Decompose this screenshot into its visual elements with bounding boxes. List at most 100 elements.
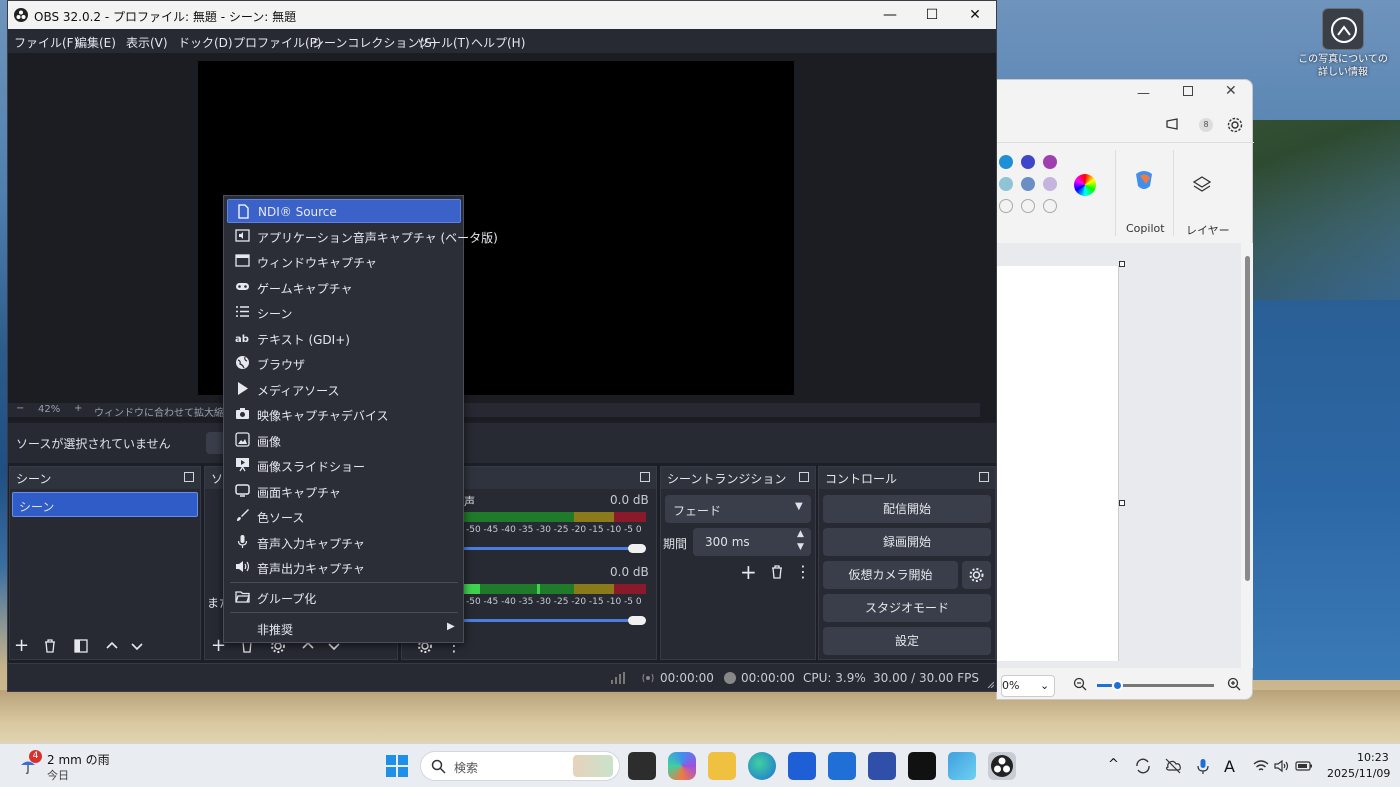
color-swatch[interactable] — [1043, 177, 1057, 191]
menu-edit[interactable]: 編集(E) — [75, 34, 116, 51]
edge-browser-icon[interactable] — [748, 752, 776, 780]
menu-item-group[interactable]: グループ化 — [227, 585, 461, 609]
paint-app-icon[interactable] — [948, 752, 976, 780]
photo-info-icon[interactable] — [1322, 8, 1364, 50]
color-swatch-empty[interactable] — [1021, 199, 1035, 213]
settings-button[interactable]: 設定 — [823, 627, 991, 655]
close-icon[interactable]: ✕ — [955, 5, 995, 25]
undock-icon[interactable] — [979, 472, 989, 482]
resize-handle[interactable] — [1119, 500, 1125, 506]
taskbar-search-box[interactable]: 検索 — [420, 751, 620, 781]
paint-zoom-select[interactable]: 0% ⌄ — [1001, 675, 1055, 697]
tray-overflow-chevron-icon[interactable]: ^ — [1108, 757, 1126, 775]
weather-text[interactable]: 2 mm の雨 — [47, 751, 110, 768]
ime-indicator-icon[interactable]: A — [1224, 757, 1242, 776]
zoom-plus-button[interactable]: + — [74, 403, 82, 414]
menu-file[interactable]: ファイル(F) — [14, 34, 78, 51]
resize-handle[interactable] — [1119, 261, 1125, 267]
volume-slider[interactable] — [464, 547, 636, 550]
color-swatch-empty[interactable] — [999, 199, 1013, 213]
menu-dock[interactable]: ドック(D) — [178, 34, 233, 51]
color-swatch[interactable] — [999, 155, 1013, 169]
resize-grip-icon[interactable] — [986, 680, 994, 688]
transition-menu-icon[interactable]: ⋮ — [795, 563, 813, 581]
start-recording-button[interactable]: 録画開始 — [823, 528, 991, 556]
menu-view[interactable]: 表示(V) — [126, 34, 168, 51]
layers-icon[interactable] — [1192, 175, 1212, 195]
menu-item-game-capture[interactable]: ゲームキャプチャ — [227, 275, 461, 299]
minimize-icon[interactable]: — — [870, 5, 910, 25]
add-transition-icon[interactable]: + — [740, 562, 758, 582]
paint-scrollbar-thumb[interactable] — [1245, 256, 1250, 581]
menu-item-app-audio-capture[interactable]: アプリケーション音声キャプチャ (ベータ版) — [227, 224, 498, 248]
menu-item-display-capture[interactable]: 画面キャプチャ — [227, 479, 461, 503]
menu-item-audio-output-capture[interactable]: 音声出力キャプチャ — [227, 555, 461, 579]
paint-canvas[interactable] — [997, 266, 1119, 661]
color-swatch-empty[interactable] — [1043, 199, 1057, 213]
color-swatch[interactable] — [1043, 155, 1057, 169]
menu-item-ndi-source[interactable]: NDI® Source — [227, 199, 461, 223]
move-down-chevron-icon[interactable] — [128, 637, 146, 655]
battery-icon[interactable] — [1295, 757, 1313, 775]
paint-close-icon[interactable]: ✕ — [1225, 83, 1237, 99]
volume-slider-knob[interactable] — [628, 616, 646, 625]
start-windows-icon[interactable] — [386, 755, 408, 777]
color-swatch[interactable] — [999, 177, 1013, 191]
paint-maximize-icon[interactable] — [1183, 86, 1193, 96]
copilot-icon[interactable] — [1132, 168, 1156, 192]
volume-slider-knob[interactable] — [628, 544, 646, 553]
scene-filters-icon[interactable] — [72, 637, 90, 655]
menu-item-scene[interactable]: シーン — [227, 300, 461, 324]
menu-item-image-slideshow[interactable]: 画像スライドショー — [227, 453, 461, 477]
spin-up-icon[interactable]: ▲ — [797, 529, 804, 539]
volume-icon[interactable] — [1273, 757, 1291, 775]
menu-item-color-source[interactable]: 色ソース — [227, 504, 461, 528]
start-streaming-button[interactable]: 配信開始 — [823, 495, 991, 523]
color-picker-icon[interactable] — [1074, 174, 1096, 196]
zoom-in-icon[interactable] — [1227, 677, 1241, 691]
microphone-icon[interactable] — [1194, 757, 1212, 775]
obs-window[interactable]: OBS 32.0.2 - プロファイル: 無題 - シーン: 無題 — ☐ ✕ … — [7, 0, 997, 692]
preview-vscroll[interactable] — [980, 53, 996, 417]
sync-icon[interactable] — [1134, 757, 1152, 775]
paint-zoom-slider-knob[interactable] — [1112, 680, 1123, 691]
outlook-app-icon[interactable] — [828, 752, 856, 780]
menu-item-audio-input-capture[interactable]: 音声入力キャプチャ — [227, 530, 461, 554]
remove-transition-trash-icon[interactable] — [768, 563, 786, 581]
add-scene-icon[interactable]: + — [14, 637, 32, 655]
menu-item-browser[interactable]: ブラウザ — [227, 351, 461, 375]
wifi-icon[interactable] — [1252, 757, 1270, 775]
copilot-app-icon[interactable] — [668, 752, 696, 780]
volume-slider[interactable] — [464, 619, 636, 622]
paint-window[interactable]: — ✕ 8 Copilot レイヤー 0% ⌄ — [996, 79, 1254, 700]
scene-list-item[interactable]: シーン — [12, 492, 198, 517]
paint-share-icon[interactable] — [1165, 117, 1181, 131]
obs-titlebar[interactable]: OBS 32.0.2 - プロファイル: 無題 - シーン: 無題 — ☐ ✕ — [8, 1, 996, 29]
clock-date[interactable]: 2025/11/09 — [1327, 767, 1390, 780]
menu-item-deprecated[interactable]: 非推奨 ▶ — [227, 616, 461, 640]
preview-hscroll[interactable] — [8, 417, 996, 421]
menu-item-media-source[interactable]: メディアソース — [227, 377, 461, 401]
menu-profile[interactable]: プロファイル(P) — [233, 34, 322, 51]
cloud-off-icon[interactable] — [1164, 757, 1182, 775]
file-explorer-icon[interactable] — [708, 752, 736, 780]
start-virtual-camera-button[interactable]: 仮想カメラ開始 — [823, 561, 958, 589]
studio-mode-button[interactable]: スタジオモード — [823, 594, 991, 622]
menu-item-video-capture-device[interactable]: 映像キャプチャデバイス — [227, 402, 461, 426]
paint-settings-icon[interactable] — [1227, 117, 1243, 133]
paint-minimize-icon[interactable]: — — [1137, 86, 1150, 101]
obs-taskbar-icon[interactable] — [988, 752, 1016, 780]
ndi-app-icon[interactable] — [908, 752, 936, 780]
transition-type-select[interactable]: フェード ▼ — [665, 495, 811, 523]
undock-icon[interactable] — [184, 472, 194, 482]
spin-down-icon[interactable]: ▼ — [797, 542, 804, 552]
undock-icon[interactable] — [640, 472, 650, 482]
color-swatch[interactable] — [1021, 155, 1035, 169]
transition-duration-input[interactable]: 300 ms ▲ ▼ — [693, 528, 811, 556]
move-up-chevron-icon[interactable] — [103, 637, 121, 655]
virtual-camera-settings-gear-icon[interactable] — [962, 561, 991, 589]
store-app-icon[interactable] — [788, 752, 816, 780]
menu-help[interactable]: ヘルプ(H) — [471, 34, 525, 51]
menu-item-text-gdi[interactable]: ab テキスト (GDI+) — [227, 326, 461, 350]
menu-tools[interactable]: ツール(T) — [417, 34, 470, 51]
